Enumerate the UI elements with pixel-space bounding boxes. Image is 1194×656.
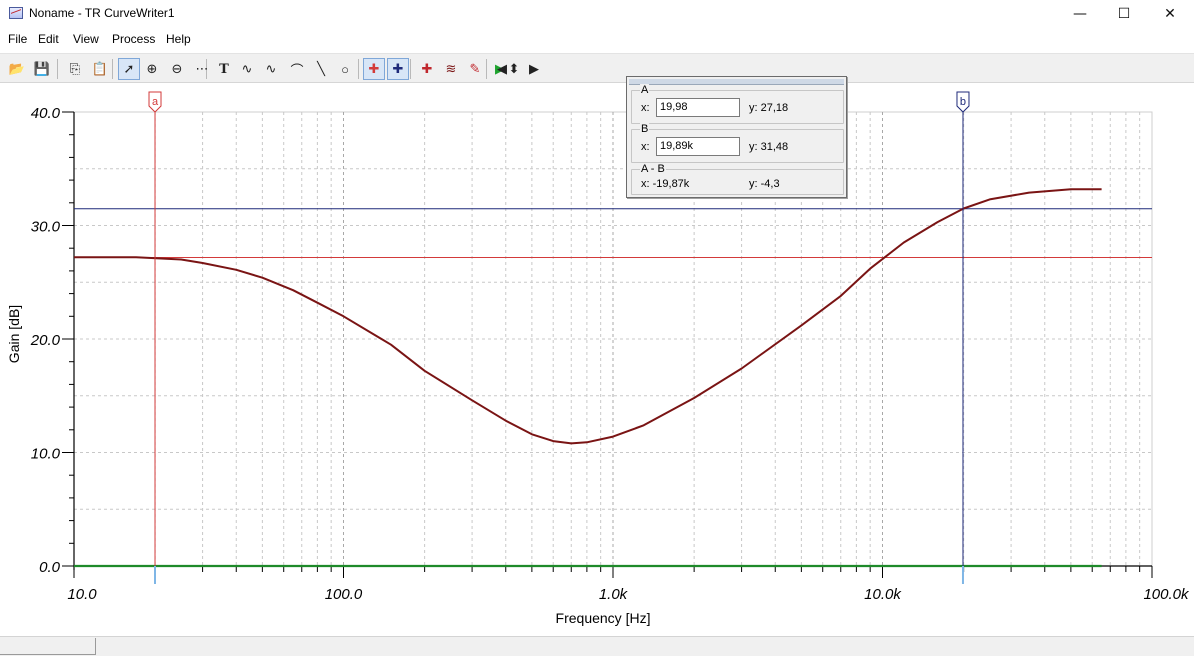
- toolbar-separator: [410, 59, 411, 79]
- step-left-icon[interactable]: ◀: [496, 58, 508, 80]
- open-folder-icon[interactable]: 📂: [6, 58, 28, 80]
- toolbar-separator: [486, 59, 487, 79]
- cursor-b-x-field[interactable]: 19,89k: [656, 137, 740, 156]
- app-window: Noname - TR CurveWriter1 — ☐ ✕ File Edit…: [0, 0, 1194, 656]
- cursor-diff-label: A - B: [640, 163, 666, 175]
- add-marker-icon[interactable]: ✚: [416, 58, 438, 80]
- cursor-a-icon[interactable]: ✚: [363, 58, 385, 80]
- cursor-a-x-field[interactable]: 19,98: [656, 98, 740, 117]
- cursor-b-group: B x: 19,89k y: 31,48: [631, 123, 844, 163]
- text-icon[interactable]: T: [213, 58, 235, 80]
- menu-process[interactable]: Process: [112, 32, 155, 46]
- waveform-icon[interactable]: ≋: [440, 58, 462, 80]
- probe-icon[interactable]: ✎: [464, 58, 486, 80]
- step-updown-icon[interactable]: ⬍: [508, 58, 520, 80]
- line-icon[interactable]: ╲: [310, 58, 332, 80]
- cursor-a-x-prefix: x:: [641, 102, 650, 114]
- toolbar: 📂 💾 ⎘ 📋 ➚ ⊕ ⊖ ⋯ T ∿ ∿ ⌒ ╲ ○ ✚ ✚ ✚ ≋ ✎ ▶ ◀ ⬍ ▶: [0, 53, 1194, 83]
- toolbar-separator: [358, 59, 359, 79]
- gain-chart[interactable]: 0.0 10.0 20.0 30.0 40.0 10.0 100.0 1.0k 10.0k 100…: [0, 86, 1194, 634]
- pointer-icon[interactable]: ➚: [118, 58, 140, 80]
- cursor-b-y-value: y: 31,48: [749, 141, 789, 153]
- curve-tool-3-icon[interactable]: ⌒: [286, 58, 308, 80]
- cursor-a-label: A: [640, 84, 650, 96]
- curve-tool-2-icon[interactable]: ∿: [260, 58, 282, 80]
- cursor-b-label: B: [640, 123, 650, 135]
- x-tick-label: 10.0: [67, 586, 97, 603]
- menu-edit[interactable]: Edit: [38, 32, 59, 46]
- zoom-100-icon[interactable]: ⊖: [166, 58, 188, 80]
- y-tick-label: 0.0: [39, 559, 61, 576]
- copy-icon[interactable]: ⎘: [64, 58, 86, 80]
- maximize-button[interactable]: ☐: [1101, 0, 1147, 28]
- save-disk-icon[interactable]: 💾: [31, 58, 53, 80]
- gain-curve: [74, 188, 1102, 445]
- menu-bar: File Edit View Process Help: [0, 28, 1194, 50]
- grid-icon[interactable]: ⋯: [191, 58, 213, 80]
- status-pane: [0, 638, 96, 655]
- title-bar[interactable]: Noname - TR CurveWriter1 — ☐ ✕: [0, 0, 1194, 28]
- y-tick-label: 30.0: [31, 219, 61, 236]
- x-tick-label: 1.0k: [599, 586, 629, 603]
- cursor-a-group: A x: 19,98 y: 27,18: [631, 84, 844, 124]
- x-tick-label: 100.0k: [1143, 586, 1190, 603]
- x-tick-label: 10.0k: [864, 586, 902, 603]
- cursor-readout-panel[interactable]: A x: 19,98 y: 27,18 B x: 19,89k y: 31,48…: [626, 76, 847, 198]
- cursor-b-x-prefix: x:: [641, 141, 650, 153]
- x-axis-title: Frequency [Hz]: [556, 610, 651, 626]
- toolbar-separator: [57, 59, 58, 79]
- cursor-b-marker-label: b: [960, 96, 966, 108]
- toolbar-separator: [112, 59, 113, 79]
- y-tick-label: 40.0: [31, 105, 61, 122]
- minimize-button[interactable]: —: [1057, 0, 1103, 28]
- plot-area[interactable]: 0.0 10.0 20.0 30.0 40.0 10.0 100.0 1.0k 10.0k 100…: [0, 86, 1194, 634]
- menu-view[interactable]: View: [73, 32, 99, 46]
- menu-file[interactable]: File: [8, 32, 27, 46]
- paste-icon[interactable]: 📋: [89, 58, 111, 80]
- zoom-in-icon[interactable]: ⊕: [141, 58, 163, 80]
- status-bar: [0, 636, 1194, 656]
- cursor-a-marker-label: a: [152, 96, 159, 108]
- close-button[interactable]: ✕: [1147, 0, 1193, 28]
- x-tick-label: 100.0: [325, 586, 363, 603]
- cursor-diff-x-value: x: -19,87k: [641, 178, 690, 190]
- readout-header[interactable]: [629, 79, 844, 85]
- curve-tool-1-icon[interactable]: ∿: [236, 58, 258, 80]
- y-tick-label: 10.0: [31, 446, 61, 463]
- y-tick-label: 20.0: [30, 332, 61, 349]
- cursor-diff-y-value: y: -4,3: [749, 178, 780, 190]
- cursor-b-icon[interactable]: ✚: [387, 58, 409, 80]
- circle-icon[interactable]: ○: [334, 58, 356, 80]
- cursor-a-y-value: y: 27,18: [749, 102, 789, 114]
- y-axis-title: Gain [dB]: [6, 305, 22, 363]
- window-title: Noname - TR CurveWriter1: [29, 6, 175, 20]
- cursor-diff-group: A - B x: -19,87k y: -4,3: [631, 163, 844, 195]
- menu-help[interactable]: Help: [166, 32, 191, 46]
- step-right-icon[interactable]: ▶: [528, 58, 540, 80]
- app-icon: [9, 7, 23, 19]
